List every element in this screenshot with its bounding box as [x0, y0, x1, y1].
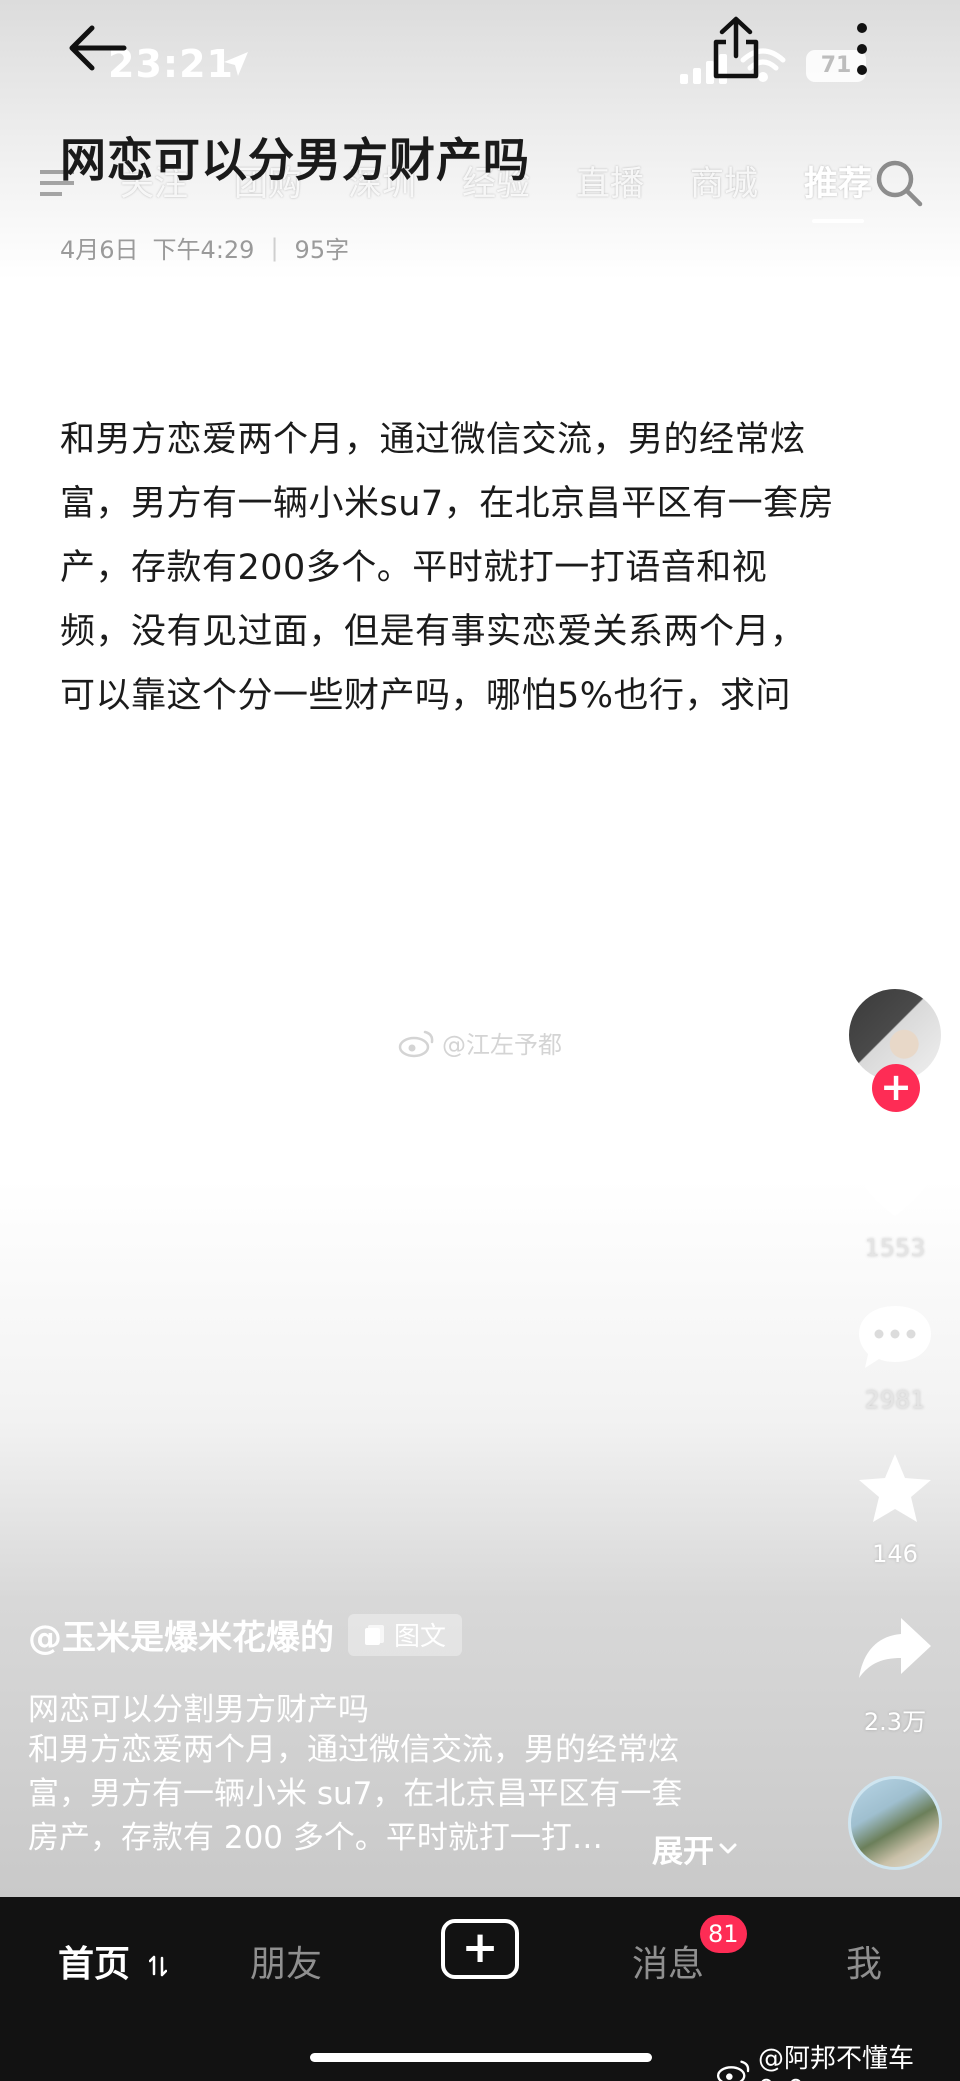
author-row: @玉米是爆米花爆的 图文 — [28, 1610, 463, 1659]
comment-count: 2981 — [864, 1386, 926, 1414]
caption-line: 富，男方有一辆小米 su7，在北京昌平区有一套 — [28, 1776, 683, 1812]
switch-feed-icon — [148, 1955, 167, 1977]
expand-button[interactable]: 展开 — [652, 1826, 738, 1871]
weibo-icon — [398, 1030, 434, 1057]
post-body-line: 产，存款有200多个。平时就打一打语音和视 — [60, 548, 768, 588]
author-name[interactable]: @玉米是爆米花爆的 — [28, 1610, 334, 1659]
tab-mall[interactable]: 商城 — [690, 156, 758, 205]
caption-line: 和男方恋爱两个月，通过微信交流，男的经常炫 — [28, 1732, 679, 1768]
post-date: 4月6日 — [60, 236, 139, 264]
share-count: 2.3万 — [863, 1708, 927, 1736]
expand-label: 展开 — [652, 1834, 714, 1870]
footer-watermark-text: @阿邦不懂车0_0 — [757, 2044, 914, 2081]
post-body-line: 频，没有见过面，但是有事实恋爱关系两个月， — [60, 612, 806, 652]
meta-divider: | — [270, 233, 279, 262]
post-time: 下午4:29 — [152, 236, 255, 264]
favorite-count: 146 — [872, 1540, 918, 1568]
weibo-icon — [716, 2060, 750, 2081]
caption-body: 和男方恋爱两个月，通过微信交流，男的经常炫 富，男方有一辆小米 su7，在北京昌… — [28, 1728, 758, 1860]
post-screen: 23:21 71 关注 团购 深圳 经验 直播 商城 推荐 网恋可以分男方财产吗 — [0, 0, 960, 1897]
watermark-text: @江左予都 — [442, 1031, 562, 1059]
comment-icon[interactable] — [855, 1300, 935, 1372]
like-count: 1553 — [864, 1234, 926, 1262]
chevron-down-icon — [719, 1843, 737, 1853]
favorite-star-icon[interactable] — [855, 1452, 935, 1524]
share-icon[interactable] — [708, 16, 764, 80]
post-body: 和男方恋爱两个月，通过微信交流，男的经常炫 富，男方有一辆小米su7，在北京昌平… — [60, 408, 890, 728]
tab-live[interactable]: 直播 — [576, 156, 644, 205]
post-title: 网恋可以分男方财产吗 — [60, 133, 530, 187]
caption-title: 网恋可以分割男方财产吗 — [28, 1692, 369, 1728]
footer-watermark: @阿邦不懂车0_0 — [716, 2038, 960, 2081]
post-meta: 4月6日 下午4:29 | 95字 — [60, 230, 349, 265]
home-indicator — [310, 2053, 652, 2062]
post-body-line: 富，男方有一辆小米su7，在北京昌平区有一套房 — [60, 484, 835, 524]
follow-button[interactable]: + — [872, 1064, 920, 1112]
type-badge-label: 图文 — [394, 1622, 447, 1652]
post-body-line: 可以靠这个分一些财产吗，哪怕5%也行，求问 — [60, 676, 792, 716]
post-body-line: 和男方恋爱两个月，通过微信交流，男的经常炫 — [60, 420, 806, 460]
like-heart-icon[interactable] — [855, 1148, 935, 1220]
create-post-button[interactable]: + — [441, 1919, 519, 1979]
nav-me[interactable]: 我 — [846, 1935, 882, 1987]
caption-line: 房产，存款有 200 多个。平时就打一打… — [28, 1820, 603, 1856]
nav-home[interactable]: 首页 — [58, 1935, 167, 1987]
image-watermark: @江左予都 — [398, 1025, 562, 1060]
location-arrow-icon — [224, 52, 248, 76]
post-word-count: 95字 — [294, 236, 350, 264]
nav-messages[interactable]: 消息 — [632, 1935, 704, 1987]
image-text-icon — [365, 1624, 384, 1645]
search-icon[interactable] — [874, 158, 924, 208]
tab-recommended[interactable]: 推荐 — [804, 156, 872, 223]
messages-badge: 81 — [700, 1915, 747, 1953]
nav-home-label: 首页 — [58, 1944, 131, 1985]
music-disc[interactable] — [848, 1776, 942, 1870]
nav-friends[interactable]: 朋友 — [250, 1935, 322, 1987]
type-badge: 图文 — [348, 1613, 463, 1656]
more-options-icon[interactable] — [852, 20, 872, 78]
back-arrow-icon[interactable] — [66, 24, 128, 72]
share-arrow-icon[interactable] — [855, 1612, 935, 1684]
